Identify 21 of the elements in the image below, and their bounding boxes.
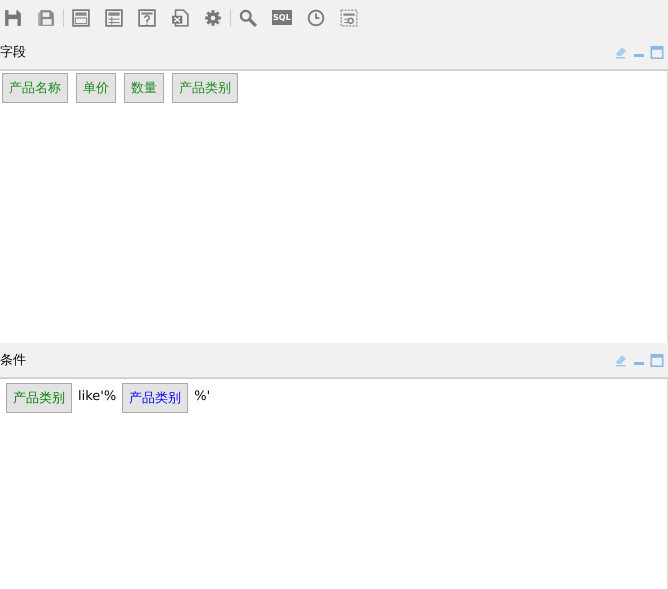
search-icon[interactable] [239, 8, 257, 26]
help-icon[interactable] [138, 8, 156, 26]
panel-title: 字段 [0, 44, 27, 61]
condition-text: %' [194, 388, 210, 404]
panel-title: 条件 [0, 352, 27, 369]
clock-icon[interactable] [306, 8, 325, 26]
table-icon[interactable] [105, 8, 123, 26]
save-icon[interactable] [4, 8, 22, 26]
save-as-icon[interactable] [37, 8, 55, 26]
field-chip[interactable]: 数量 [124, 73, 164, 103]
sql-button[interactable]: SQL [272, 10, 292, 25]
field-chip[interactable]: 产品类别 [122, 383, 188, 413]
preview-icon[interactable] [340, 8, 358, 26]
field-chip[interactable]: 产品名称 [2, 73, 68, 103]
layout-icon[interactable] [72, 8, 90, 26]
condition-text: like'% [78, 388, 116, 404]
field-chip[interactable]: 产品类别 [6, 383, 72, 413]
field-chip[interactable]: 单价 [76, 73, 116, 103]
export-icon[interactable] [171, 8, 189, 26]
field-chip[interactable]: 产品类别 [172, 73, 238, 103]
settings-icon[interactable] [204, 8, 222, 26]
